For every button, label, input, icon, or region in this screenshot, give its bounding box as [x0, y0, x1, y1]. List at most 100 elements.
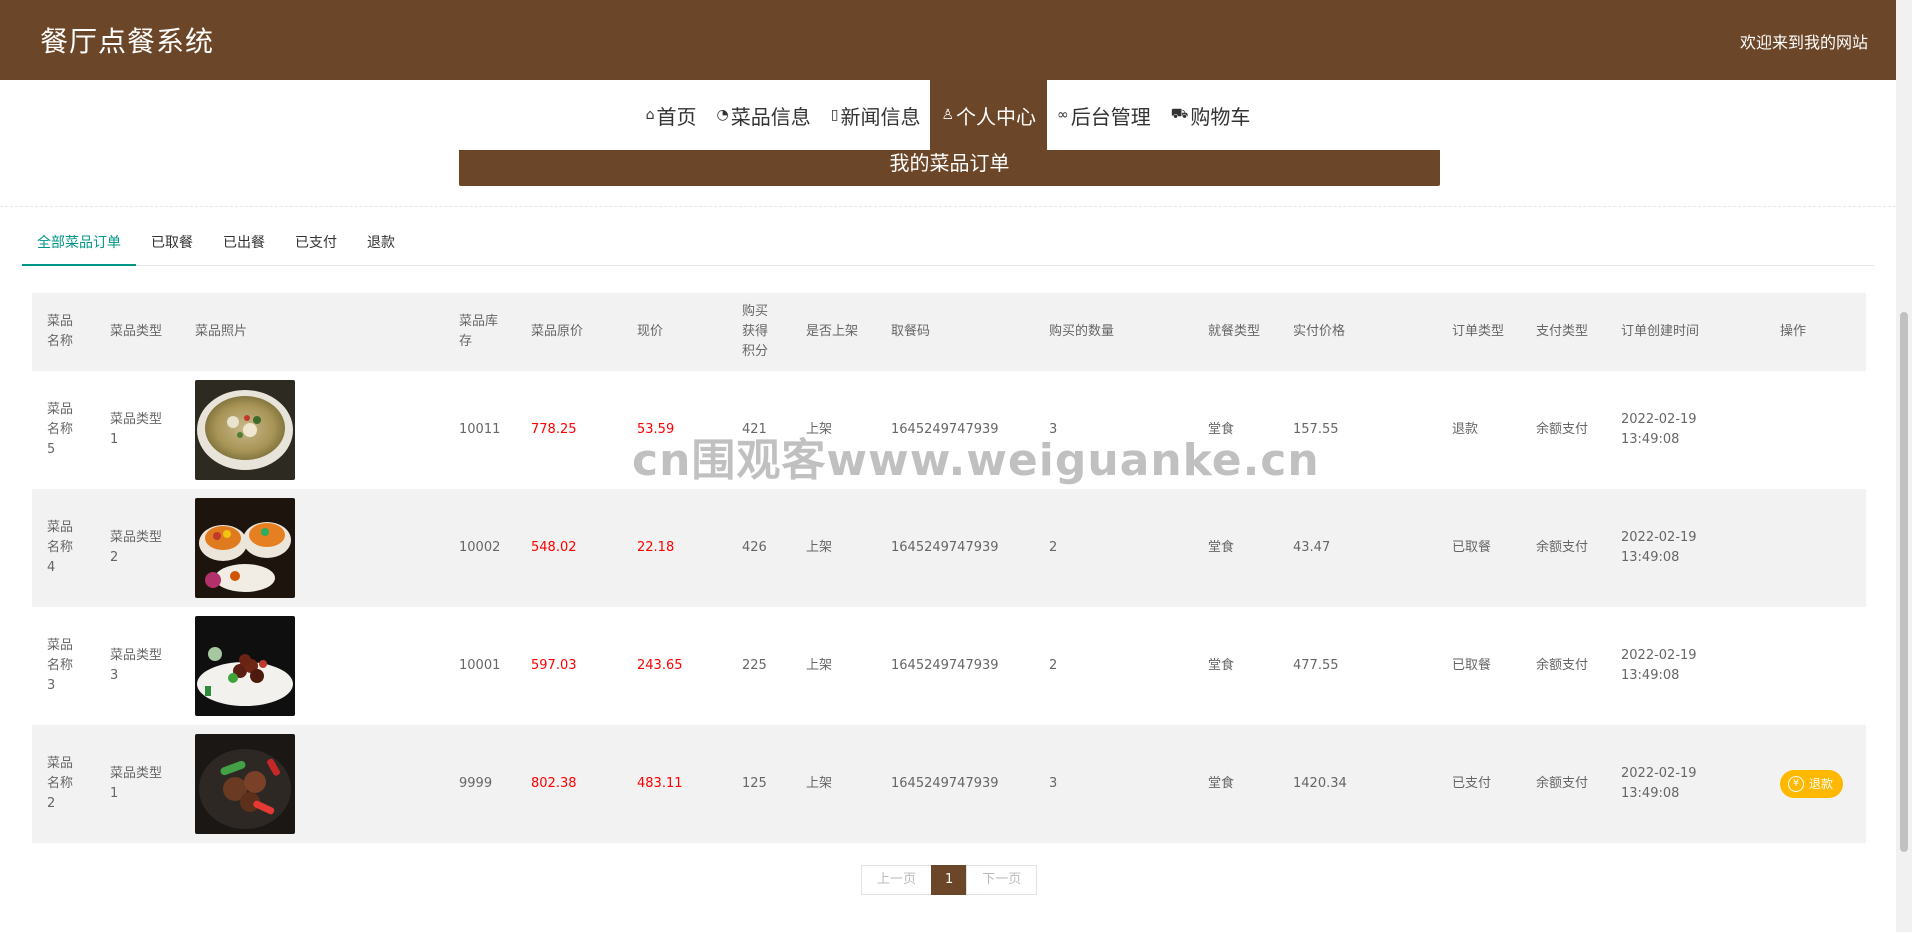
table-row: 菜品名称5 菜品类型1 10011 778.25 53.59 421 上架 164524974… — [32, 371, 1866, 489]
cell-shelf: 上架 — [806, 422, 833, 437]
page-title-banner: 我的菜品订单 — [459, 150, 1440, 186]
cell-orig: 778.25 — [531, 422, 577, 437]
cell-otype: 已支付 — [1437, 725, 1521, 843]
column-header: 菜品库存 — [444, 293, 516, 371]
pagination: 上一页 1 下一页 — [861, 865, 1038, 895]
nav-item-2[interactable]: ▯ 新闻信息 — [821, 80, 931, 150]
nav-item-5[interactable]: ⛟ 购物车 — [1161, 80, 1261, 150]
cell-type: 菜品类型2 — [95, 489, 180, 607]
dish-photo — [195, 616, 429, 716]
tab-0[interactable]: 全部菜品订单 — [22, 221, 136, 266]
orders-panel: 全部菜品订单 已取餐 已出餐 已支付 退款 菜品名称 菜品类型 菜品照片 菜品库存 菜品原价 现价… — [0, 206, 1896, 933]
cell-name: 菜品名称5 — [47, 402, 74, 457]
cell-otype: 已取餐 — [1437, 489, 1521, 607]
cell-code: 1645249747939 — [876, 489, 1034, 607]
cell-time: 2022-02-19 13:49:08 — [1606, 725, 1765, 843]
cell-qty: 3 — [1034, 725, 1193, 843]
nav-item-3[interactable]: ♙ 个人中心 — [930, 80, 1048, 150]
refund-label: 退款 — [1809, 777, 1834, 791]
home-icon: ⌂ — [645, 107, 655, 123]
dish-photo-cell — [180, 371, 444, 489]
dish-photo — [195, 734, 429, 834]
column-header: 现价 — [622, 293, 727, 371]
nav-item-label: 购物车 — [1190, 104, 1251, 129]
tab-2[interactable]: 已出餐 — [208, 221, 280, 265]
nav-item-label: 后台管理 — [1070, 104, 1151, 129]
scrollbar-thumb[interactable] — [1900, 312, 1908, 852]
cell-ptype: 余额支付 — [1521, 725, 1606, 843]
cell-paid: 43.47 — [1278, 489, 1437, 607]
cell-shelf: 上架 — [791, 725, 876, 843]
column-header: 是否上架 — [791, 293, 876, 371]
nav-item-label: 首页 — [656, 104, 697, 129]
cell-orig: 802.38 — [516, 725, 622, 843]
cell-qty: 2 — [1049, 658, 1058, 673]
cell-dine: 堂食 — [1193, 489, 1278, 607]
nav-item-1[interactable]: ◔ 菜品信息 — [707, 80, 821, 150]
prev-page-button[interactable]: 上一页 — [861, 865, 933, 895]
action-cell — [1765, 607, 1866, 725]
table-body: 菜品名称5 菜品类型1 10011 778.25 53.59 421 上架 164524974… — [32, 371, 1866, 843]
cell-now: 243.65 — [637, 658, 683, 673]
nav-item-4[interactable]: ∞ 后台管理 — [1047, 80, 1161, 150]
column-header: 购买的数量 — [1034, 293, 1193, 371]
cell-now: 22.18 — [622, 489, 727, 607]
site-header: 餐厅点餐系统 欢迎来到我的网站 — [0, 0, 1896, 80]
cell-stock: 10002 — [444, 489, 516, 607]
cell-name: 菜品名称3 — [47, 638, 74, 693]
cell-points: 125 — [727, 725, 791, 843]
column-header: 菜品原价 — [516, 293, 622, 371]
dish-photo — [195, 380, 429, 480]
cell-orig: 548.02 — [516, 489, 622, 607]
cell-name: 菜品名称2 — [32, 725, 95, 843]
column-header: 菜品类型 — [95, 293, 180, 371]
cell-time: 2022-02-19 13:49:08 — [1606, 489, 1765, 607]
column-header: 菜品名称 — [32, 293, 95, 371]
cell-otype: 已取餐 — [1452, 658, 1492, 673]
column-header: 菜品照片 — [180, 293, 444, 371]
column-header: 支付类型 — [1521, 293, 1606, 371]
nav-item-label: 个人中心 — [956, 104, 1037, 129]
tab-3[interactable]: 已支付 — [280, 221, 352, 265]
column-header: 订单创建时间 — [1606, 293, 1765, 371]
nav-item-0[interactable]: ⌂ 首页 — [636, 80, 707, 150]
dish-photo-cell — [180, 725, 444, 843]
site-title: 餐厅点餐系统 — [40, 25, 215, 58]
cell-ptype: 余额支付 — [1536, 658, 1589, 673]
cell-dine: 堂食 — [1193, 725, 1278, 843]
cell-time: 2022-02-19 13:49:08 — [1621, 412, 1697, 447]
welcome-text: 欢迎来到我的网站 — [1739, 33, 1868, 52]
nav-item-label: 新闻信息 — [840, 104, 921, 129]
table-row: 菜品名称2 菜品类型1 9999 802.38 483.11 125 上架 164524974… — [32, 725, 1866, 843]
cell-code: 1645249747939 — [891, 422, 999, 437]
cell-paid: 157.55 — [1293, 422, 1339, 437]
tab-1[interactable]: 已取餐 — [136, 221, 208, 265]
cell-dine: 堂食 — [1208, 422, 1235, 437]
cell-now: 483.11 — [622, 725, 727, 843]
yen-icon: ¥ — [1788, 776, 1804, 792]
next-page-button[interactable]: 下一页 — [966, 865, 1038, 895]
cell-type: 菜品类型3 — [110, 648, 163, 683]
cell-qty: 2 — [1034, 489, 1193, 607]
cell-stock: 10011 — [459, 422, 501, 437]
palette-icon: ◔ — [716, 107, 729, 123]
refund-button[interactable]: ¥ 退款 — [1780, 770, 1844, 798]
cell-now: 53.59 — [637, 422, 675, 437]
dish-photo-cell — [180, 607, 444, 725]
table-row: 菜品名称3 菜品类型3 10001 597.03 243.65 225 上架 16452497… — [32, 607, 1866, 725]
cell-orig: 597.03 — [531, 658, 577, 673]
cell-name: 菜品名称4 — [32, 489, 95, 607]
action-cell — [1765, 371, 1866, 489]
tab-4[interactable]: 退款 — [352, 221, 410, 265]
nav-item-label: 菜品信息 — [730, 104, 811, 129]
page-1-button[interactable]: 1 — [931, 865, 968, 895]
table-header-row: 菜品名称 菜品类型 菜品照片 菜品库存 菜品原价 现价 购买获得积分 是否上架 取餐码 购买的数量… — [32, 293, 1866, 371]
action-cell — [1765, 489, 1866, 607]
page-scrollbar[interactable] — [1896, 0, 1912, 932]
cell-time: 2022-02-19 13:49:08 — [1621, 648, 1697, 683]
cell-type: 菜品类型1 — [110, 412, 163, 447]
dish-photo-cell — [180, 489, 444, 607]
document-icon: ▯ — [830, 107, 839, 123]
cell-shelf: 上架 — [806, 658, 833, 673]
cell-points: 426 — [727, 489, 791, 607]
